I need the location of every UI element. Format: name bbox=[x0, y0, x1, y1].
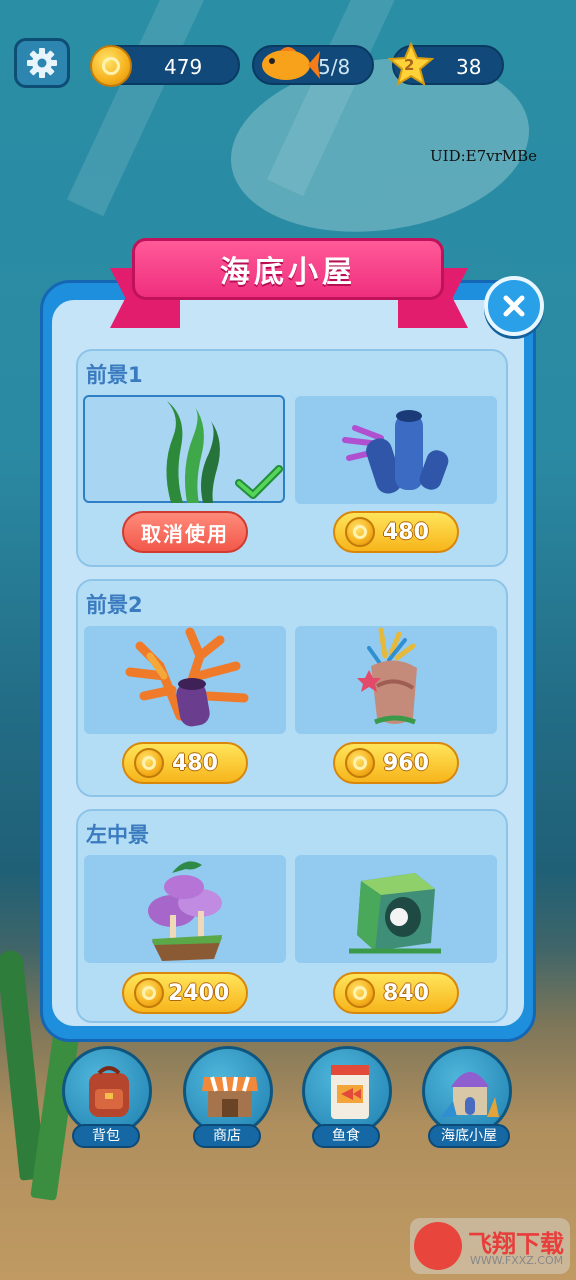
cancel-use-label: 取消使用 bbox=[141, 521, 229, 546]
section-title: 前景2 bbox=[86, 593, 143, 617]
section-title: 前景1 bbox=[86, 363, 143, 387]
gold-coin-icon bbox=[134, 748, 164, 778]
cancel-use-button[interactable]: 取消使用 bbox=[122, 511, 248, 553]
gold-coin-icon bbox=[345, 517, 375, 547]
coral-rock-icon bbox=[357, 627, 417, 725]
price-label: 2400 bbox=[168, 980, 230, 1006]
watermark-logo bbox=[414, 1222, 462, 1270]
price-label: 480 bbox=[172, 750, 218, 776]
gold-coin-icon bbox=[90, 45, 132, 87]
nav-sea-house-button[interactable] bbox=[422, 1046, 512, 1136]
sea-house-icon bbox=[441, 1072, 499, 1117]
price-label: 840 bbox=[383, 980, 429, 1006]
star-level: 2 bbox=[404, 56, 415, 74]
item-green-seaweed[interactable] bbox=[83, 395, 285, 503]
item-mushroom-island[interactable] bbox=[84, 855, 286, 963]
buy-button[interactable]: 960 bbox=[333, 742, 459, 784]
item-coral-rock-starfish[interactable] bbox=[295, 626, 497, 734]
user-id: UID:E7vrMBe bbox=[430, 147, 538, 165]
backpack-icon bbox=[89, 1066, 129, 1117]
tube-coral-icon bbox=[342, 410, 449, 494]
checkmark-icon bbox=[235, 465, 283, 499]
gold-coin-icon bbox=[134, 978, 164, 1008]
nav-backpack-button[interactable] bbox=[62, 1046, 152, 1136]
nav-shop-label: 商店 bbox=[193, 1124, 261, 1148]
nav-shop-button[interactable] bbox=[183, 1046, 273, 1136]
orange-coral-icon bbox=[125, 627, 249, 727]
nav-sea-house-label: 海底小屋 bbox=[428, 1124, 510, 1148]
fish-progress: 5/8 bbox=[318, 55, 351, 79]
shop-icon bbox=[202, 1076, 258, 1117]
panel-title: 海底小屋 bbox=[220, 255, 356, 290]
buy-button[interactable]: 480 bbox=[122, 742, 248, 784]
cube-rock-icon bbox=[349, 873, 441, 954]
nav-fish-food-button[interactable] bbox=[302, 1046, 392, 1136]
light-ray bbox=[66, 0, 214, 217]
seaweed-icon bbox=[166, 401, 220, 503]
goldfish-icon bbox=[262, 47, 320, 80]
settings-button[interactable] bbox=[14, 38, 70, 88]
section-title: 左中景 bbox=[86, 823, 149, 847]
price-label: 960 bbox=[383, 750, 429, 776]
nav-backpack-label: 背包 bbox=[72, 1124, 140, 1148]
coin-counter: 479 bbox=[90, 45, 240, 87]
star-count: 38 bbox=[456, 55, 482, 79]
buy-button[interactable]: 2400 bbox=[122, 972, 248, 1014]
close-button[interactable] bbox=[484, 276, 544, 336]
item-orange-coral[interactable] bbox=[84, 626, 286, 734]
item-blue-tube-coral[interactable] bbox=[295, 396, 497, 504]
close-x-icon bbox=[503, 295, 525, 317]
item-cube-rock-pearl[interactable] bbox=[295, 855, 497, 963]
coin-amount: 479 bbox=[164, 55, 203, 79]
gold-coin-icon bbox=[345, 978, 375, 1008]
fish-counter: 5/8 bbox=[252, 45, 374, 85]
buy-button[interactable]: 840 bbox=[333, 972, 459, 1014]
price-label: 480 bbox=[383, 519, 429, 545]
gear-icon bbox=[27, 48, 57, 78]
nav-fish-food-label: 鱼食 bbox=[312, 1124, 380, 1148]
star-counter: 2 38 bbox=[388, 41, 504, 87]
fish-food-bag-icon bbox=[331, 1065, 369, 1119]
mushroom-island-icon bbox=[148, 861, 222, 961]
buy-button[interactable]: 480 bbox=[333, 511, 459, 553]
gold-coin-icon bbox=[345, 748, 375, 778]
watermark-url: WWW.FXXZ.COM bbox=[470, 1254, 564, 1267]
title-ribbon: 海底小屋 bbox=[132, 238, 444, 300]
